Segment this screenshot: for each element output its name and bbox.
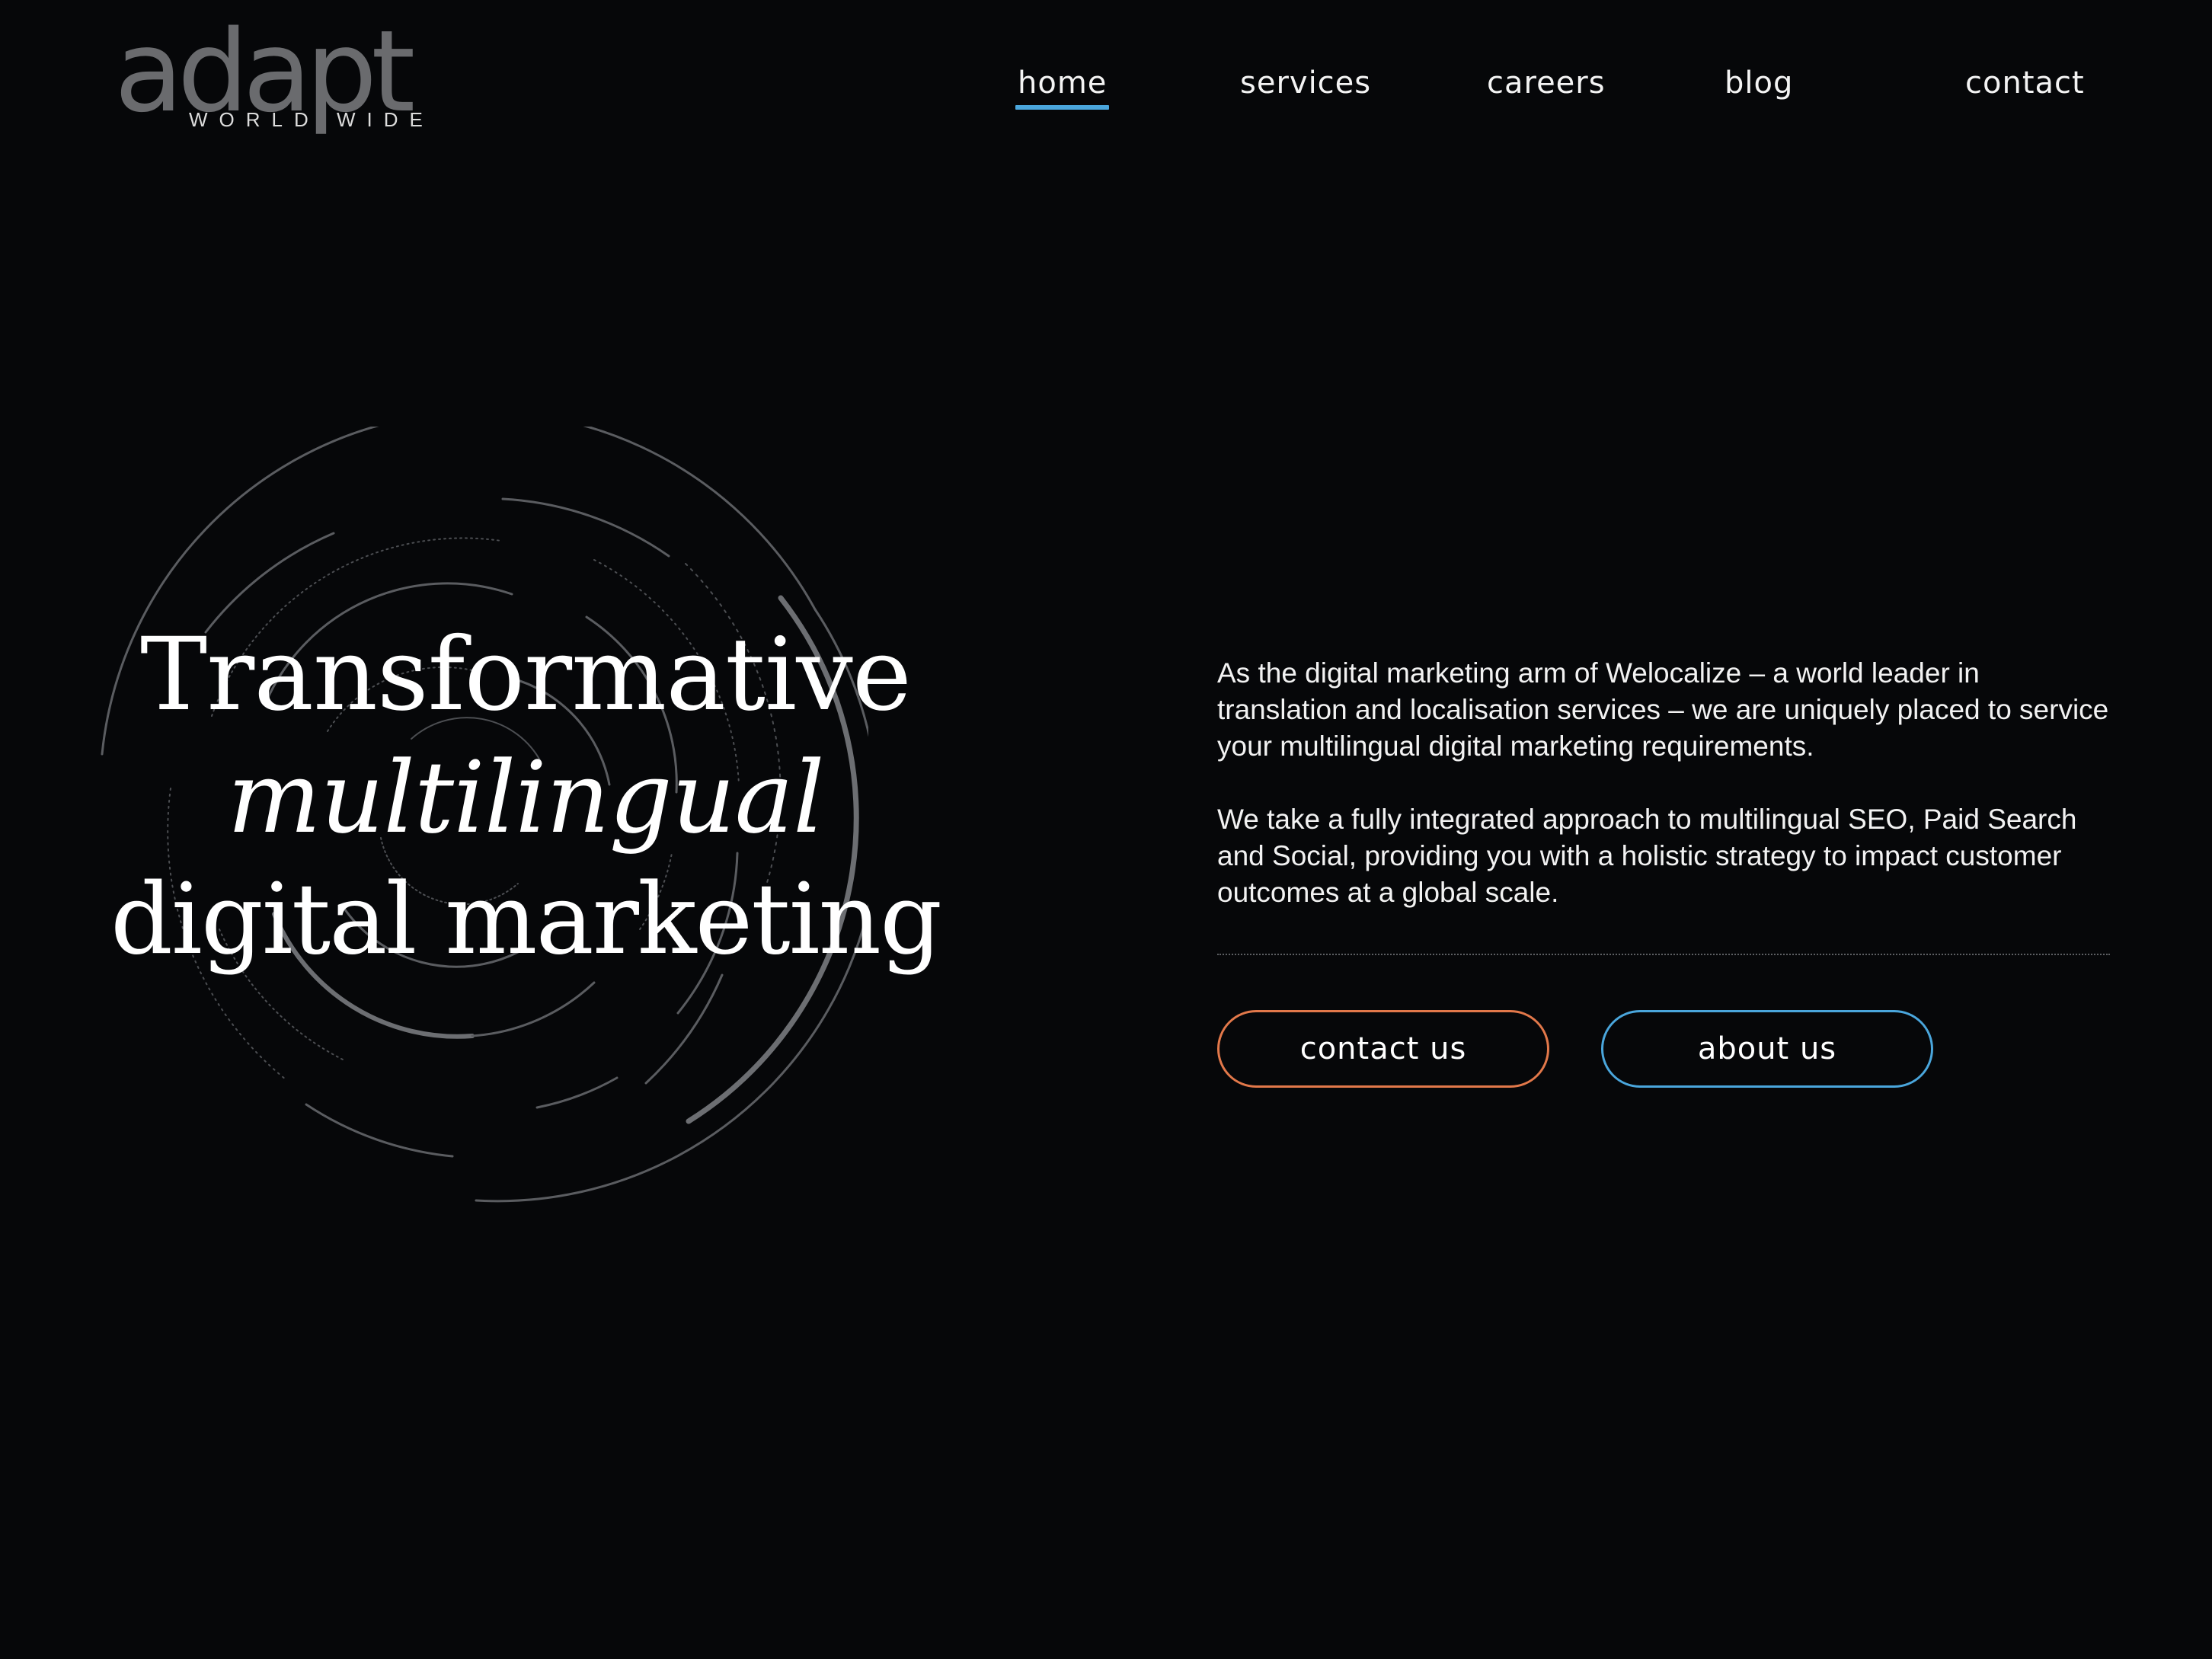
- nav-item-services[interactable]: services: [1240, 66, 1371, 101]
- logo-tagline: WORLD WIDE: [189, 108, 434, 131]
- intro-paragraph-2: We take a fully integrated approach to m…: [1217, 804, 2077, 908]
- homepage: adapt WORLD WIDE home services careers b…: [0, 0, 2212, 1659]
- nav-item-careers[interactable]: careers: [1487, 66, 1606, 101]
- headline-line-1: Transformative: [140, 616, 912, 734]
- headline-line-3: digital marketing: [110, 863, 942, 977]
- dotted-divider: [1217, 954, 2110, 955]
- nav-item-home[interactable]: home: [1015, 66, 1110, 110]
- intro-paragraph-1: As the digital marketing arm of Welocali…: [1217, 657, 2109, 762]
- contact-us-button[interactable]: contact us: [1217, 1010, 1549, 1088]
- about-us-button[interactable]: about us: [1601, 1010, 1933, 1088]
- headline-line-2: multilingual: [227, 740, 824, 855]
- hero-headline: Transformative multilingual digital mark…: [91, 625, 960, 995]
- nav-item-blog[interactable]: blog: [1725, 66, 1793, 101]
- nav-item-contact[interactable]: contact: [1965, 66, 2085, 101]
- intro-text: As the digital marketing arm of Welocali…: [1217, 655, 2116, 911]
- main-nav: home services careers blog contact: [0, 66, 2212, 111]
